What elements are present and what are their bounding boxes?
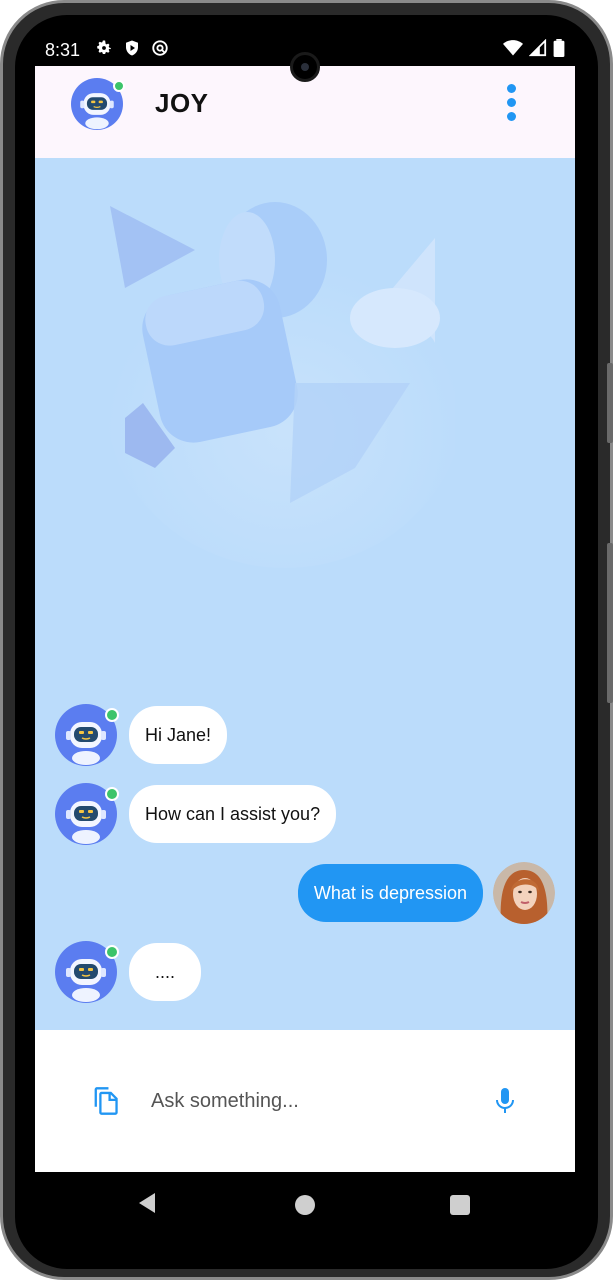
message-composer	[35, 1030, 575, 1172]
status-time: 8:31	[45, 40, 81, 60]
message-row: What is depression	[297, 862, 555, 924]
bot-avatar	[55, 704, 119, 766]
signal-icon	[528, 38, 547, 62]
power-button	[607, 543, 613, 703]
online-indicator	[113, 80, 125, 92]
shield-play-icon	[123, 39, 141, 62]
online-indicator	[105, 708, 119, 722]
bot-message-bubble: Hi Jane!	[129, 706, 228, 764]
message-row: ....	[55, 941, 202, 1003]
message-row: Hi Jane!	[55, 704, 228, 766]
back-icon[interactable]	[137, 1192, 157, 1219]
bot-message-bubble: How can I assist you?	[129, 785, 337, 843]
gear-icon	[95, 39, 113, 62]
bot-avatar	[55, 941, 119, 1003]
typing-indicator-bubble: ....	[129, 943, 202, 1001]
more-vertical-icon[interactable]	[503, 84, 519, 124]
message-input[interactable]	[139, 1080, 469, 1122]
user-message-bubble: What is depression	[297, 864, 483, 922]
copy-icon[interactable]	[91, 1086, 119, 1116]
system-nav-bar	[35, 1172, 575, 1242]
bot-avatar	[55, 783, 119, 845]
home-icon[interactable]	[295, 1195, 315, 1215]
at-sync-icon	[151, 39, 169, 62]
recent-apps-icon[interactable]	[450, 1195, 470, 1215]
chat-area[interactable]: Hi Jane! How can I assist you? What is d…	[35, 158, 575, 1030]
screen: 8:31 JOY Hi Jane! How can I assist you? …	[35, 30, 575, 1242]
online-indicator	[105, 945, 119, 959]
user-avatar	[493, 862, 555, 924]
mic-icon[interactable]	[495, 1086, 515, 1116]
battery-icon	[553, 39, 565, 62]
wifi-icon	[503, 39, 523, 62]
page-title: JOY	[155, 88, 209, 118]
decorative-3d-shapes	[105, 202, 455, 568]
online-indicator	[105, 787, 119, 801]
front-camera	[290, 52, 320, 82]
message-row: How can I assist you?	[55, 783, 337, 845]
bot-avatar[interactable]	[71, 78, 125, 130]
volume-button	[607, 363, 613, 443]
